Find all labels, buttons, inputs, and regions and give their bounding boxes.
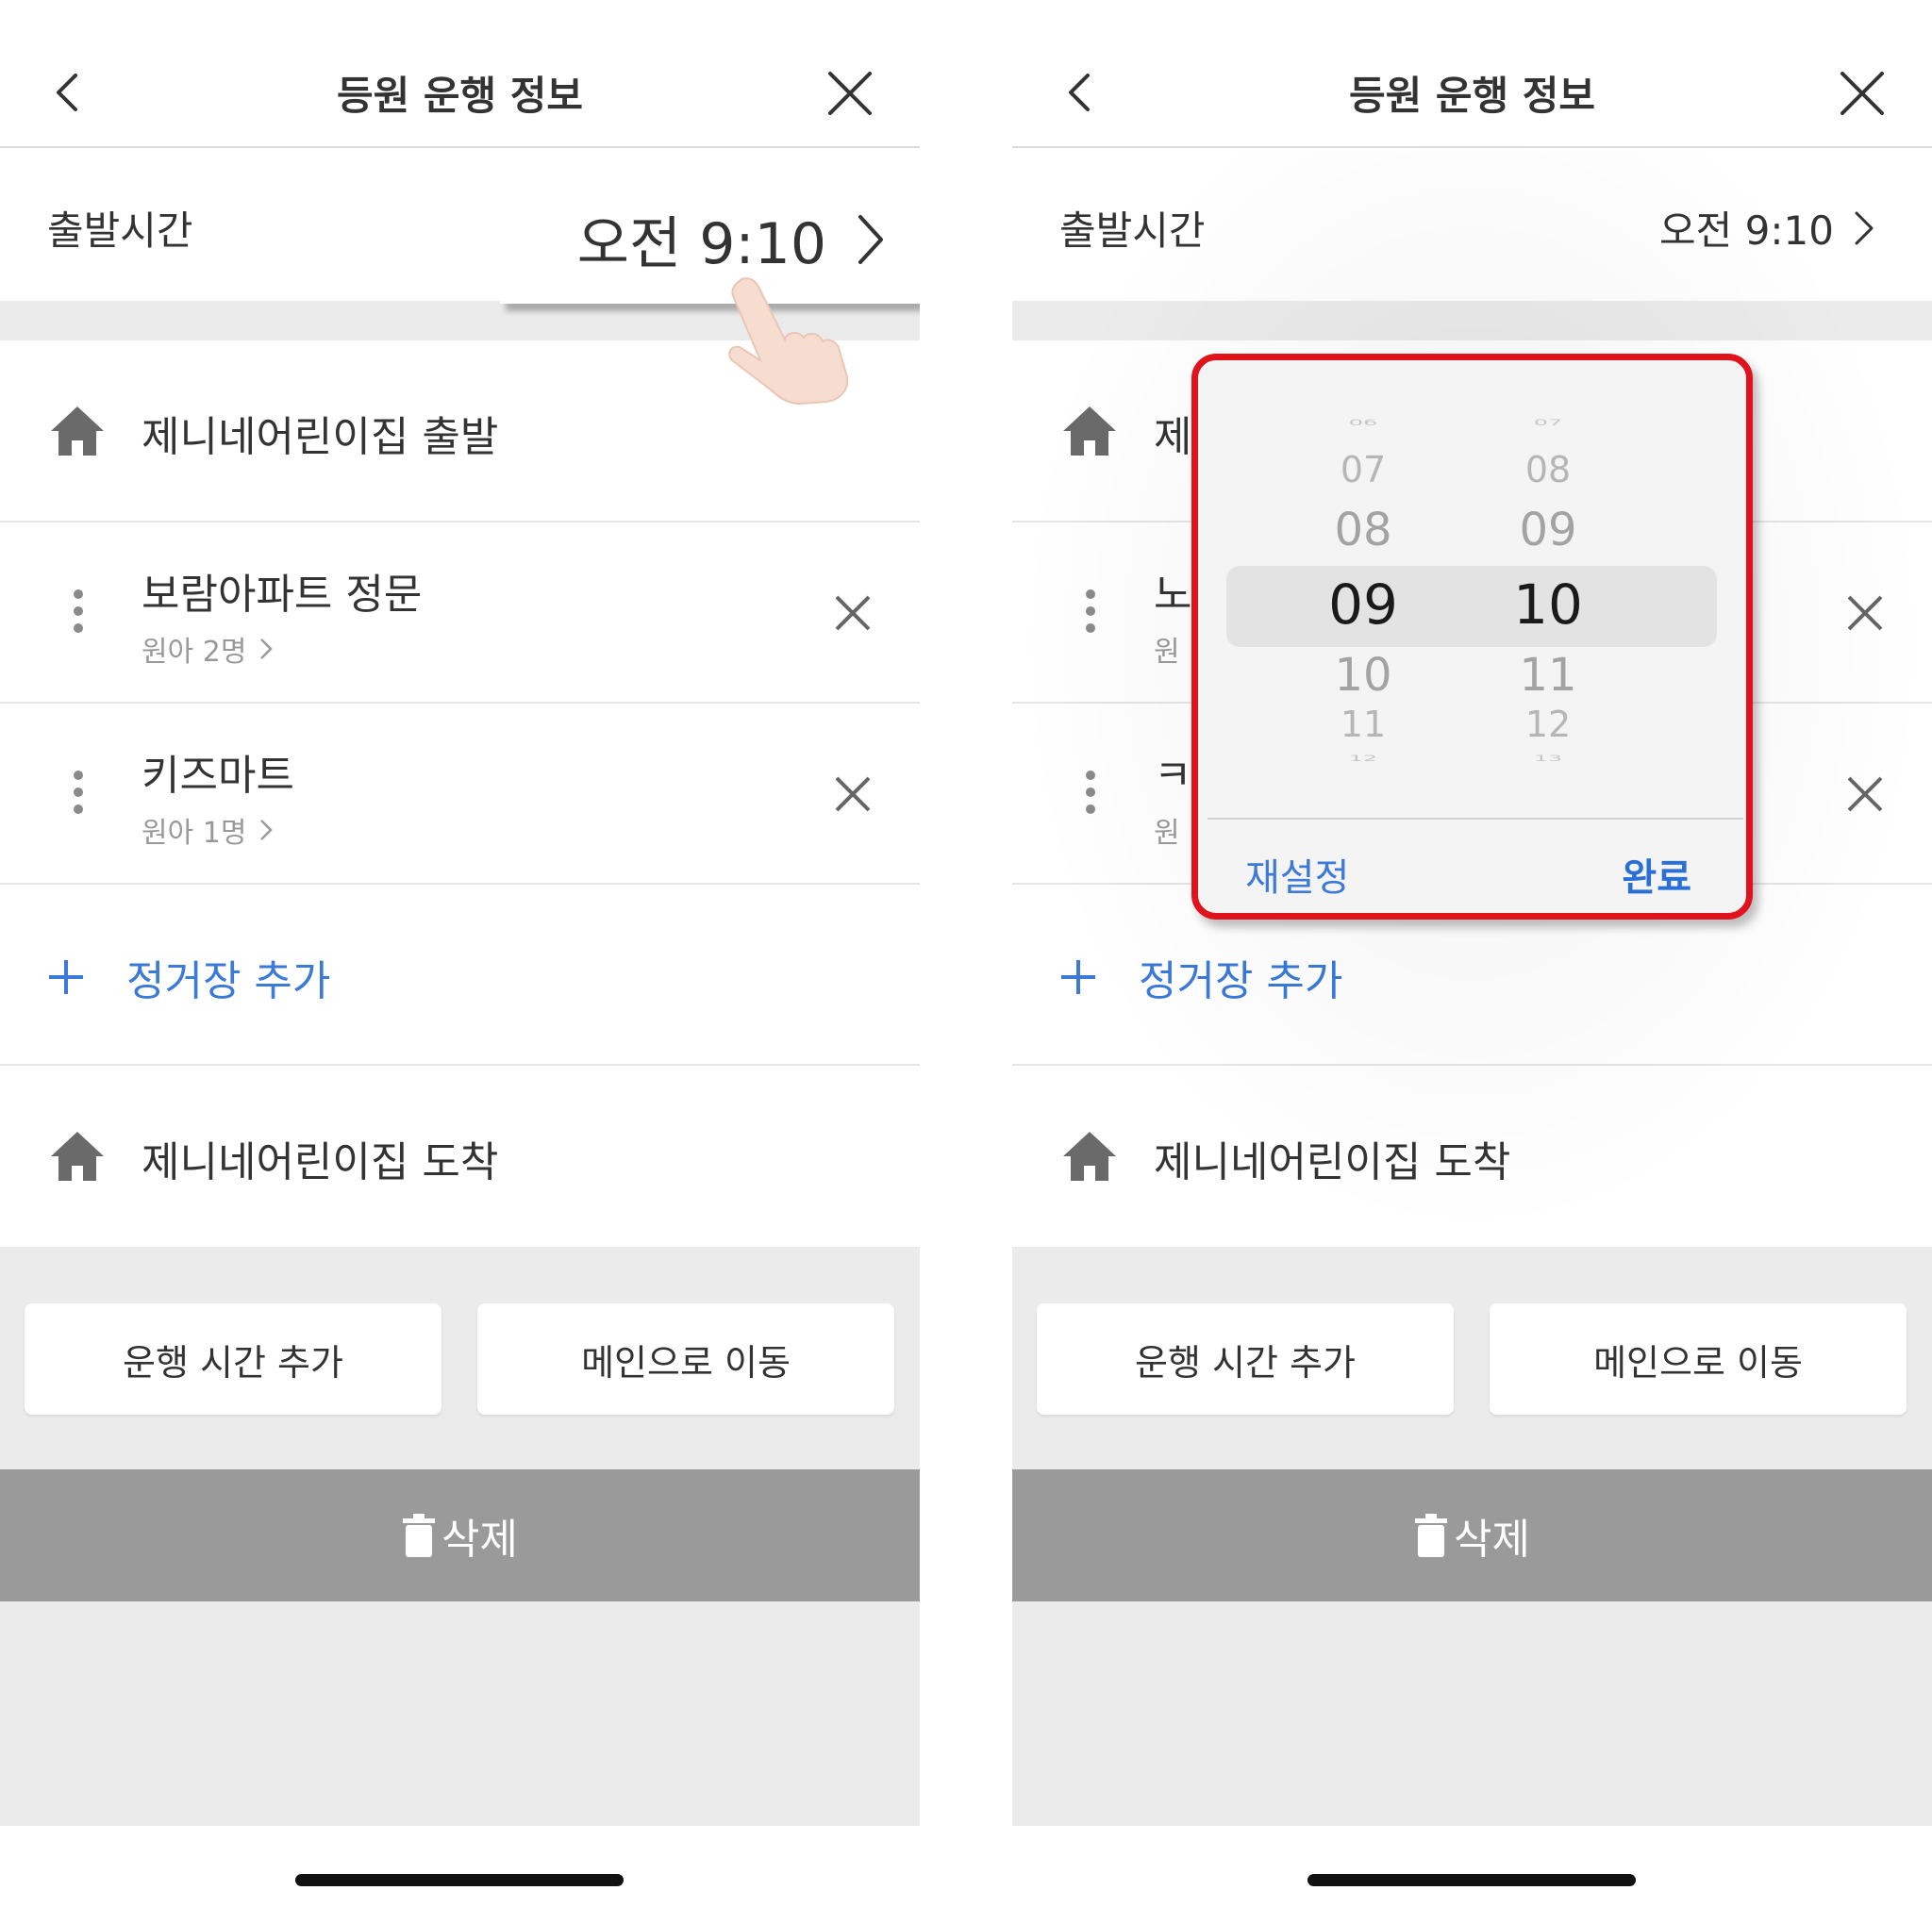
divider-band [1012, 301, 1932, 340]
route-end-label: 제니네어린이집 도착 [142, 1138, 499, 1186]
picker-reset-button[interactable]: 재설정 [1245, 847, 1349, 902]
route-start-label: 제니네어린이집 출발 [142, 413, 499, 461]
minute-option[interactable]: 09 [1477, 504, 1619, 556]
remove-stop-icon[interactable] [834, 594, 872, 632]
close-icon[interactable] [1839, 70, 1886, 117]
minute-option[interactable]: 13 [1477, 754, 1619, 763]
stop-children-count[interactable]: 원 [1154, 809, 1180, 851]
minute-option[interactable]: 12 [1477, 704, 1619, 745]
drag-handle-icon[interactable] [1084, 770, 1097, 815]
route-end-row: 제니네어린이집 도착 [1012, 1066, 1932, 1247]
route-start-label: 제 [1154, 413, 1192, 461]
departure-time-row[interactable]: 출발시간 오전 9:10 [1012, 150, 1932, 301]
add-stop-label: 정거장 추가 [126, 957, 331, 1005]
hour-option[interactable]: 11 [1292, 704, 1434, 745]
stop-name: 노 [1154, 571, 1192, 619]
home-icon [51, 406, 104, 456]
hour-option[interactable]: 08 [1292, 504, 1434, 556]
trash-icon [403, 1514, 436, 1557]
time-picker[interactable]: 06 07 08 09 10 11 12 07 08 09 10 11 12 1… [1191, 354, 1753, 920]
remove-stop-icon[interactable] [834, 775, 872, 813]
page-title: 등원 운행 정보 [1348, 73, 1596, 119]
stop-children-text: 원 [1154, 636, 1180, 669]
plus-icon [49, 960, 83, 994]
stop-children-text: 원아 2명 [142, 636, 247, 669]
hour-option[interactable]: 06 [1292, 418, 1434, 427]
close-icon[interactable] [826, 70, 874, 117]
trash-icon [1415, 1514, 1448, 1557]
hour-option[interactable]: 10 [1292, 649, 1434, 702]
hour-option[interactable]: 07 [1292, 449, 1434, 490]
delete-label: 삭제 [1454, 1516, 1530, 1564]
drag-handle-icon[interactable] [1084, 589, 1097, 634]
picker-divider [1208, 818, 1743, 820]
bottom-actions: 운행 시간 추가 메인으로 이동 삭제 [0, 1247, 920, 1826]
route-end-label: 제니네어린이집 도착 [1154, 1138, 1511, 1186]
home-indicator [1307, 1874, 1636, 1886]
stop-children-count[interactable]: 원아 1명 [142, 809, 274, 851]
delete-label: 삭제 [441, 1516, 518, 1564]
remove-stop-icon[interactable] [1846, 594, 1884, 632]
picker-done-button[interactable]: 완료 [1622, 847, 1691, 902]
tap-hand-icon [728, 277, 849, 406]
header: 등원 운행 정보 [1012, 0, 1932, 148]
route-end-row: 제니네어린이집 도착 [0, 1066, 920, 1247]
departure-time-text: 오전 9:10 [1659, 207, 1834, 254]
stop-children-text: 원 [1154, 817, 1180, 850]
stop-name: 보람아파트 정문 [142, 571, 423, 619]
departure-time-text: 오전 9:10 [576, 211, 826, 277]
hour-option[interactable]: 12 [1292, 754, 1434, 763]
stop-name: ㅋ [1154, 752, 1192, 800]
delete-button[interactable]: 삭제 [1012, 1469, 1932, 1601]
departure-label: 출발시간 [47, 207, 193, 254]
minute-option[interactable]: 08 [1477, 449, 1619, 490]
hour-selected[interactable]: 09 [1292, 572, 1434, 637]
chevron-right-icon [1855, 211, 1874, 244]
chevron-right-icon [858, 214, 883, 264]
add-schedule-time-button[interactable]: 운행 시간 추가 [25, 1303, 441, 1415]
add-stop-label: 정거장 추가 [1139, 957, 1343, 1005]
screen-after: 등원 운행 정보 출발시간 오전 9:10 제 노 원 ㅋ 원 정거장 추가 제… [1012, 0, 1932, 1907]
delete-button[interactable]: 삭제 [0, 1469, 920, 1601]
chevron-right-icon [260, 638, 274, 659]
drag-handle-icon[interactable] [72, 770, 85, 815]
minute-option[interactable]: 07 [1477, 418, 1619, 427]
stop-children-count[interactable]: 원아 2명 [142, 628, 274, 670]
minute-option[interactable]: 11 [1477, 649, 1619, 702]
departure-label: 출발시간 [1059, 207, 1206, 254]
drag-handle-icon[interactable] [72, 589, 85, 634]
bottom-actions: 운행 시간 추가 메인으로 이동 삭제 [1012, 1247, 1932, 1826]
home-icon [1063, 406, 1116, 456]
stop-name: 키즈마트 [142, 752, 294, 800]
go-to-main-button[interactable]: 메인으로 이동 [1490, 1303, 1907, 1415]
list-item[interactable]: 키즈마트 원아 1명 [0, 704, 920, 885]
departure-time-value: 오전 9:10 [1659, 199, 1875, 257]
stop-children-count[interactable]: 원 [1154, 628, 1180, 670]
add-stop-button[interactable]: 정거장 추가 [0, 885, 920, 1066]
plus-icon [1061, 960, 1095, 994]
go-to-main-button[interactable]: 메인으로 이동 [477, 1303, 894, 1415]
add-schedule-time-button[interactable]: 운행 시간 추가 [1037, 1303, 1454, 1415]
remove-stop-icon[interactable] [1846, 775, 1884, 813]
header: 등원 운행 정보 [0, 0, 920, 148]
chevron-right-icon [260, 820, 274, 840]
page-title: 등원 운행 정보 [336, 73, 584, 119]
home-icon [1063, 1132, 1116, 1181]
home-icon [51, 1132, 104, 1181]
screen-before: 등원 운행 정보 출발시간 오전 9:10 제니네어린이집 출발 보람아파트 정… [0, 0, 920, 1907]
stop-children-text: 원아 1명 [142, 817, 247, 850]
minute-selected[interactable]: 10 [1477, 572, 1619, 637]
home-indicator [295, 1874, 624, 1886]
list-item[interactable]: 보람아파트 정문 원아 2명 [0, 522, 920, 704]
departure-time-value: 오전 9:10 [577, 198, 887, 280]
